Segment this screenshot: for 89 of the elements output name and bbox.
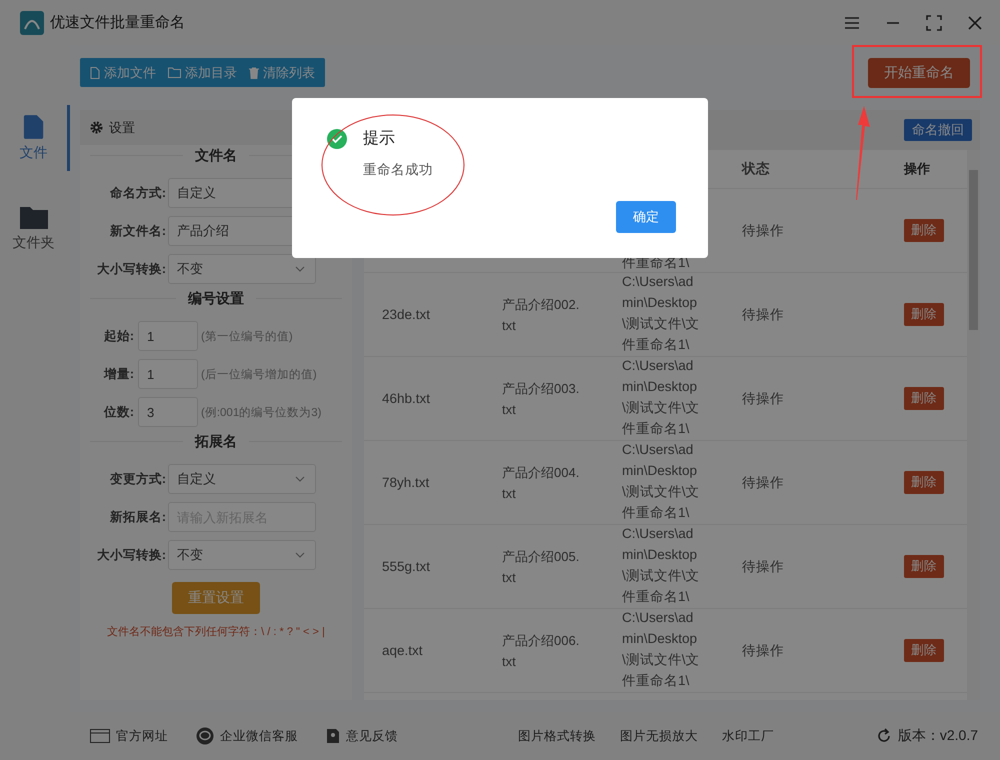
reset-button[interactable]: 重置设置 xyxy=(172,582,260,614)
section-title: 文件名 xyxy=(183,147,249,165)
app-logo-icon xyxy=(20,10,44,34)
field-hint: (例:001的编号位数为3) xyxy=(201,406,322,420)
chevron-down-icon xyxy=(295,476,305,482)
table-cell: 待操作 xyxy=(742,474,784,492)
toolbar-button[interactable]: 清除列表 xyxy=(243,58,321,87)
refresh-icon xyxy=(876,728,892,744)
ok-button[interactable]: 确定 xyxy=(616,201,676,233)
document-icon xyxy=(22,114,44,140)
footer-link[interactable]: 图片格式转换 xyxy=(518,728,596,744)
table-cell: 46hb.txt xyxy=(382,391,430,406)
trash-icon xyxy=(249,66,259,78)
close-icon[interactable] xyxy=(968,16,982,30)
delete-button[interactable]: 删除 xyxy=(904,555,944,578)
menu-icon[interactable] xyxy=(844,16,860,30)
field-label: 大小写转换: xyxy=(96,546,167,564)
undo-rename-button[interactable]: 命名撤回 xyxy=(904,119,972,141)
number-field[interactable]: 3 xyxy=(138,397,198,427)
field-hint: (第一位编号的值) xyxy=(201,330,293,344)
field-label: 增量: xyxy=(102,366,135,382)
dropdown[interactable]: 自定义 xyxy=(168,464,316,494)
number-field[interactable]: 1 xyxy=(138,321,198,351)
table-cell: 待操作 xyxy=(742,306,784,324)
start-rename-button[interactable]: 开始重命名 xyxy=(868,58,970,88)
delete-button[interactable]: 删除 xyxy=(904,471,944,494)
folder-icon xyxy=(168,67,181,78)
dropdown[interactable]: 不变 xyxy=(168,540,316,570)
chat-icon xyxy=(196,727,214,745)
document-icon xyxy=(90,66,100,78)
table-cell-text: 产品介绍004.txt xyxy=(502,464,580,502)
browser-icon xyxy=(90,729,110,743)
table-cell-text: 产品介绍002.txt xyxy=(502,296,580,334)
warning-text: 文件名不能包含下列任何字符：\ / : * ? " < > | xyxy=(106,624,326,639)
field-label: 大小写转换: xyxy=(96,260,167,278)
dialog-title: 提示 xyxy=(363,129,395,149)
table-cell-text: 产品介绍003.txt xyxy=(502,380,580,418)
table-cell-text: 产品介绍005.txt xyxy=(502,548,580,586)
table-cell: 待操作 xyxy=(742,390,784,408)
chevron-down-icon xyxy=(295,266,305,272)
table-cell: 待操作 xyxy=(742,558,784,576)
table-cell: 555g.txt xyxy=(382,559,430,574)
success-icon xyxy=(327,128,347,148)
field-label: 命名方式: xyxy=(108,184,167,202)
footer-link[interactable]: 意见反馈 xyxy=(326,727,398,745)
table-cell-text: 产品介绍006.txt xyxy=(502,632,580,670)
sidebar-item[interactable]: 文件夹 xyxy=(0,195,70,261)
dropdown[interactable]: 不变 xyxy=(168,254,316,284)
table-cell-text: C:\Users\admin\Desktop\测试文件\文件重命名1\ xyxy=(622,525,701,606)
delete-button[interactable]: 删除 xyxy=(904,387,944,410)
delete-button[interactable]: 删除 xyxy=(904,303,944,326)
table-cell-text: C:\Users\admin\Desktop\测试文件\文件重命名1\ xyxy=(622,273,701,354)
settings-icon xyxy=(90,121,103,134)
table-cell: 78yh.txt xyxy=(382,475,430,490)
section-title: 拓展名 xyxy=(183,433,249,451)
table-cell-text: C:\Users\admin\Desktop\测试文件\文件重命名1\ xyxy=(622,609,701,690)
folder-icon xyxy=(18,204,48,230)
delete-button[interactable]: 删除 xyxy=(904,639,944,662)
delete-button[interactable]: 删除 xyxy=(904,219,944,242)
table-cell: 待操作 xyxy=(742,642,784,660)
version-text: 版本：v2.0.7 xyxy=(898,727,978,745)
field-label: 位数: xyxy=(102,404,135,420)
field-label: 新文件名: xyxy=(108,222,167,240)
footer-link[interactable]: 水印工厂 xyxy=(722,728,774,744)
field-label: 变更方式: xyxy=(108,470,167,488)
dialog-message: 重命名成功 xyxy=(363,161,433,179)
number-field[interactable]: 1 xyxy=(138,359,198,389)
footer-link[interactable]: 官方网址 xyxy=(90,727,168,745)
table-cell: 23de.txt xyxy=(382,307,430,322)
table-cell: 待操作 xyxy=(742,222,784,240)
window-title: 优速文件批量重命名 xyxy=(50,13,185,32)
table-cell: aqe.txt xyxy=(382,643,423,658)
toolbar-button[interactable]: 添加目录 xyxy=(162,58,243,87)
section-title: 编号设置 xyxy=(176,290,256,308)
document-icon xyxy=(326,728,340,744)
settings-title: 设置 xyxy=(109,118,135,136)
sidebar-item[interactable]: 文件 xyxy=(0,105,70,171)
field-label: 新拓展名: xyxy=(108,508,167,526)
footer-link[interactable]: 图片无损放大 xyxy=(620,728,698,744)
footer-link[interactable]: 企业微信客服 xyxy=(196,727,298,745)
chevron-down-icon xyxy=(295,552,305,558)
column-header: 状态 xyxy=(742,160,770,178)
table-cell-text: C:\Users\admin\Desktop\测试文件\文件重命名1\ xyxy=(622,441,701,522)
field-label: 起始: xyxy=(102,328,135,344)
toolbar-button[interactable]: 添加文件 xyxy=(84,58,162,87)
column-header: 操作 xyxy=(904,160,930,178)
table-cell-text: C:\Users\admin\Desktop\测试文件\文件重命名1\ xyxy=(622,357,701,438)
field-hint: (后一位编号增加的值) xyxy=(201,368,317,382)
maximize-icon[interactable] xyxy=(926,14,942,30)
